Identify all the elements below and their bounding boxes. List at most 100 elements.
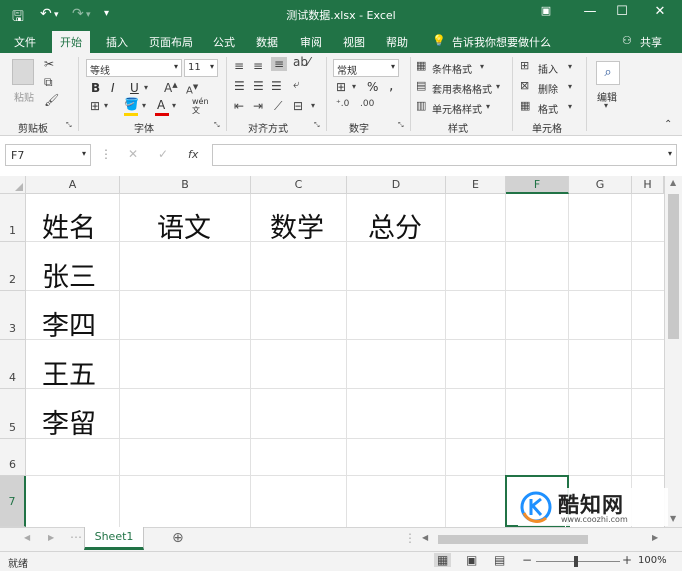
enter-icon[interactable]: ✓ [158,147,168,161]
row-header-2[interactable]: 2 [0,242,26,291]
chevron-down-icon[interactable]: ▾ [568,102,572,111]
font-size-select[interactable]: 11 ▾ [184,59,218,77]
tab-formulas[interactable]: 公式 [213,34,235,50]
cell-a3[interactable]: 李四 [42,304,96,343]
horizontal-scrollbar[interactable]: ◀ ▶ [420,532,664,547]
scroll-tabs-right-icon[interactable]: ▶ [48,533,54,542]
cell-styles-icon[interactable]: ▥ [416,99,426,112]
delete-cells-icon[interactable]: ⊠ [520,79,529,92]
normal-view-icon[interactable]: ▦ [434,553,452,567]
bold-button[interactable]: B [91,81,100,95]
tab-help[interactable]: 帮助 [386,34,408,50]
tab-splitter-icon[interactable]: ⋮ [404,531,416,545]
conditional-formatting-icon[interactable]: ▦ [416,59,426,72]
insert-function-button[interactable]: fx [188,148,198,161]
cell-a1[interactable]: 姓名 [42,206,96,245]
cut-icon[interactable]: ✂ [44,57,54,71]
paste-button[interactable]: 粘贴 [14,89,34,104]
zoom-out-icon[interactable]: − [522,553,532,567]
tab-page-layout[interactable]: 页面布局 [149,34,193,50]
scroll-up-icon[interactable]: ▲ [670,178,676,187]
chevron-down-icon[interactable]: ▾ [604,101,608,110]
decrease-decimal-icon[interactable]: .00 [360,99,374,109]
decrease-indent-icon[interactable]: ⇤ [234,99,244,113]
comma-style-button[interactable]: , [389,78,393,94]
zoom-slider-track[interactable] [536,561,620,562]
fill-color-icon[interactable]: 🪣 [124,97,139,111]
column-header-a[interactable]: A [26,176,120,194]
cell-b1[interactable]: 语文 [157,206,211,245]
chevron-down-icon[interactable]: ▾ [352,82,356,91]
chevron-down-icon[interactable]: ▾ [486,102,490,111]
insert-cells-icon[interactable]: ⊞ [520,59,529,72]
close-icon[interactable]: ✕ [646,4,674,24]
tab-data[interactable]: 数据 [256,34,278,50]
column-header-d[interactable]: D [347,176,446,194]
borders-icon[interactable]: ⊞ [90,99,100,113]
row-header-4[interactable]: 4 [0,340,26,389]
row-header-6[interactable]: 6 [0,439,26,476]
vertical-scrollbar[interactable]: ▲ ▼ [664,176,682,527]
column-header-h[interactable]: H [632,176,664,194]
wrap-text-icon[interactable]: ⤶ [293,77,300,92]
align-top-icon[interactable]: ≡ [234,59,244,73]
chevron-down-icon[interactable]: ▾ [480,62,484,71]
cancel-icon[interactable]: ✕ [128,147,138,161]
scroll-left-icon[interactable]: ◀ [422,533,428,542]
tab-insert[interactable]: 插入 [106,34,128,50]
cell-a5[interactable]: 李留 [42,402,96,441]
row-header-7[interactable]: 7 [0,476,26,527]
tab-view[interactable]: 视图 [343,34,365,50]
minimize-icon[interactable]: — [576,4,604,24]
select-all-button[interactable] [0,176,26,194]
horizontal-scroll-thumb[interactable] [438,535,588,544]
chevron-down-icon[interactable]: ▾ [172,101,176,110]
cell-a2[interactable]: 张三 [42,255,96,294]
chevron-down-icon[interactable]: ▾ [568,82,572,91]
conditional-formatting-button[interactable]: 条件格式 [432,61,472,76]
paste-icon[interactable] [12,59,34,85]
zoom-in-icon[interactable]: + [622,553,632,567]
orientation-icon[interactable]: ab⁄ [293,55,310,69]
dialog-launcher-icon[interactable]: ⤡ [398,121,404,130]
chevron-down-icon[interactable]: ▾ [496,82,500,91]
page-layout-view-icon[interactable]: ▣ [466,553,477,567]
chevron-down-icon[interactable]: ▾ [144,83,148,92]
more-tabs-icon[interactable]: ⋯ [70,530,82,544]
column-header-e[interactable]: E [446,176,506,194]
format-as-table-button[interactable]: 套用表格格式 [432,81,492,96]
ribbon-display-options-icon[interactable]: ▣ [532,4,560,24]
scroll-down-icon[interactable]: ▼ [670,514,676,523]
search-icon[interactable]: ⌕ [596,61,620,85]
add-sheet-icon[interactable]: ⊕ [172,530,184,546]
insert-cells-button[interactable]: 插入 [538,61,558,76]
maximize-icon[interactable]: ☐ [608,4,636,24]
zoom-slider-thumb[interactable] [574,556,578,567]
column-header-g[interactable]: G [569,176,632,194]
tab-review[interactable]: 审阅 [300,34,322,50]
percent-button[interactable]: % [367,80,378,94]
tell-me-box[interactable]: 告诉我你想要做什么 [452,34,551,50]
align-middle-icon[interactable]: ≡ [253,59,263,73]
increase-indent-icon[interactable]: ⇥ [253,99,263,113]
cell-c1[interactable]: 数学 [270,206,324,245]
rotate-text-icon[interactable]: ⟋ [274,99,282,114]
align-right-icon[interactable]: ☰ [271,79,282,93]
delete-cells-button[interactable]: 删除 [538,81,558,96]
underline-button[interactable]: U [130,81,139,95]
align-bottom-icon[interactable]: ≡ [271,57,288,71]
currency-icon[interactable]: ⊞ [336,80,346,94]
tab-home[interactable]: 开始 [52,31,90,53]
scroll-tabs-left-icon[interactable]: ◀ [24,533,30,542]
row-header-3[interactable]: 3 [0,291,26,340]
copy-icon[interactable]: ⧉ [44,75,53,90]
chevron-down-icon[interactable]: ▾ [311,101,315,110]
column-header-b[interactable]: B [120,176,251,194]
dialog-launcher-icon[interactable]: ⤡ [66,121,72,130]
sheet-tab-sheet1[interactable]: Sheet1 [84,527,144,550]
number-format-select[interactable]: 常规 ▾ [333,59,399,77]
align-left-icon[interactable]: ☰ [234,79,245,93]
font-color-icon[interactable]: A [157,98,165,112]
zoom-level[interactable]: 100% [638,555,667,566]
column-header-c[interactable]: C [251,176,347,194]
